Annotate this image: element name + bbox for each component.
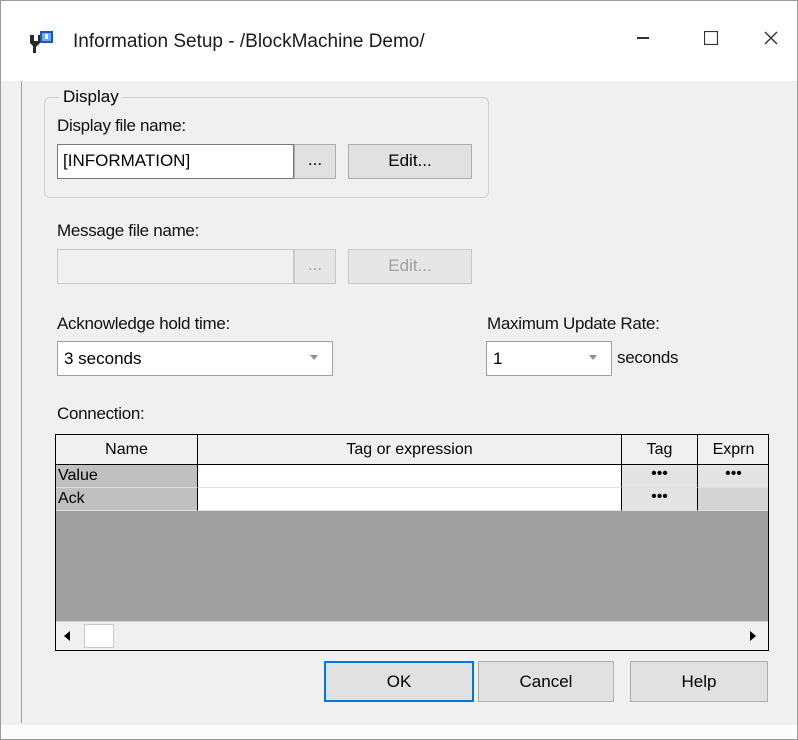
- update-rate-unit: seconds: [617, 348, 679, 367]
- close-button[interactable]: [741, 15, 798, 61]
- display-browse-button[interactable]: ...: [294, 144, 336, 179]
- message-browse-button[interactable]: ...: [294, 249, 336, 284]
- row-value-expression[interactable]: [198, 465, 622, 488]
- acknowledge-combo[interactable]: 3 seconds: [57, 341, 333, 376]
- chevron-down-icon: [310, 355, 318, 360]
- display-edit-button[interactable]: Edit...: [348, 144, 472, 179]
- bottom-strip: [1, 725, 797, 739]
- dialog-window: Information Setup - /BlockMachine Demo/ …: [0, 0, 798, 740]
- title-bar[interactable]: Information Setup - /BlockMachine Demo/: [1, 1, 797, 81]
- update-rate-combo[interactable]: 1: [486, 341, 612, 376]
- acknowledge-label: Acknowledge hold time:: [57, 314, 230, 333]
- help-button[interactable]: Help: [630, 661, 768, 702]
- scroll-right-button[interactable]: [742, 622, 768, 650]
- client-edge: [21, 81, 22, 723]
- column-header-exprn[interactable]: Exprn: [698, 435, 768, 465]
- ok-button[interactable]: OK: [324, 661, 474, 702]
- close-icon: [764, 31, 778, 45]
- horizontal-scrollbar[interactable]: [56, 621, 768, 650]
- row-ack-exprn-cell: [698, 488, 768, 511]
- maximize-button[interactable]: [681, 15, 741, 61]
- display-group-title: Display: [59, 87, 123, 107]
- row-value-exprn-button[interactable]: •••: [698, 465, 768, 488]
- arrow-right-icon: [750, 631, 756, 641]
- message-edit-button[interactable]: Edit...: [348, 249, 472, 284]
- minimize-icon: [637, 37, 649, 39]
- column-header-expression[interactable]: Tag or expression: [198, 435, 622, 465]
- minimize-button[interactable]: [613, 15, 673, 61]
- row-ack-tag-button[interactable]: •••: [622, 488, 698, 511]
- acknowledge-dropdown-arrow[interactable]: [299, 342, 332, 375]
- message-file-input[interactable]: [57, 249, 294, 284]
- row-value-name[interactable]: Value: [56, 465, 198, 488]
- row-value-tag-button[interactable]: •••: [622, 465, 698, 488]
- column-header-name[interactable]: Name: [56, 435, 198, 465]
- window-title: Information Setup - /BlockMachine Demo/: [73, 31, 425, 52]
- column-header-tag[interactable]: Tag: [622, 435, 698, 465]
- display-file-input[interactable]: [INFORMATION]: [57, 144, 294, 179]
- message-file-label: Message file name:: [57, 221, 200, 240]
- maximize-icon: [704, 31, 718, 45]
- acknowledge-value: 3 seconds: [64, 349, 142, 368]
- connection-grid[interactable]: Name Tag or expression Tag Exprn Value •…: [55, 434, 769, 651]
- row-ack-expression[interactable]: [198, 488, 622, 511]
- app-icon: [30, 31, 53, 53]
- scroll-thumb[interactable]: [84, 624, 114, 648]
- row-ack-name[interactable]: Ack: [56, 488, 198, 511]
- display-file-label: Display file name:: [57, 116, 186, 135]
- arrow-left-icon: [64, 631, 70, 641]
- update-rate-value: 1: [493, 349, 503, 368]
- connection-label: Connection:: [57, 404, 145, 423]
- scroll-left-button[interactable]: [56, 622, 82, 650]
- update-rate-dropdown-arrow[interactable]: [578, 342, 611, 375]
- update-rate-label: Maximum Update Rate:: [487, 314, 660, 333]
- cancel-button[interactable]: Cancel: [478, 661, 614, 702]
- chevron-down-icon: [589, 355, 597, 360]
